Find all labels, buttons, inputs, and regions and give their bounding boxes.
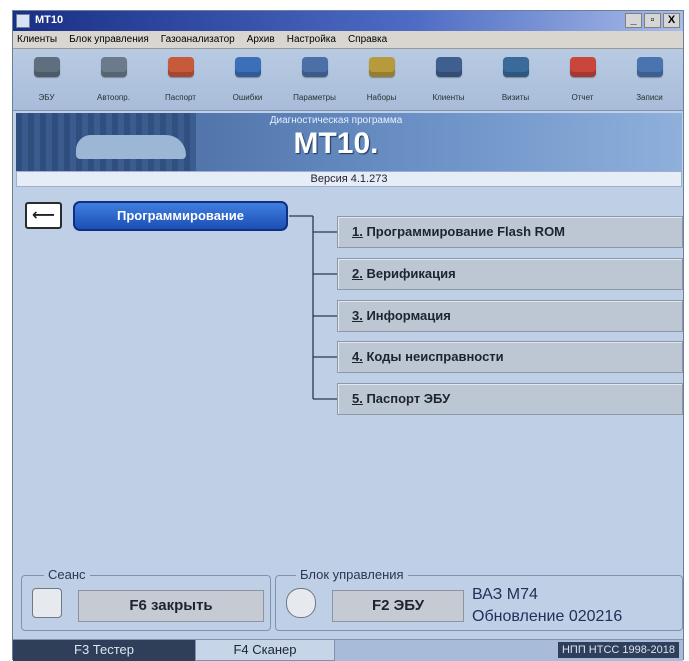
menu-item-number: 5. xyxy=(352,391,363,406)
menu-item-text: Информация xyxy=(362,308,451,323)
toolbar-label: Параметры xyxy=(293,93,336,102)
title-bar: MT10 _ ▫ X xyxy=(13,11,683,31)
menu-item-2[interactable]: 2. Верификация xyxy=(337,258,683,290)
minimize-button[interactable]: _ xyxy=(625,13,642,28)
menu-help[interactable]: Справка xyxy=(348,34,387,45)
menu-item-number: 4. xyxy=(352,349,363,364)
session-label: Сеанс xyxy=(44,567,90,582)
menu-item-text: Коды неисправности xyxy=(362,349,504,364)
close-session-button[interactable]: F6 закрыть xyxy=(78,590,264,622)
ecu-model: ВАЗ М74 xyxy=(472,586,538,603)
toolbar: ЭБУ Автоопр. Паспорт Ошибки Параметры Наборы К… xyxy=(13,49,683,111)
computer-icon xyxy=(32,588,62,618)
toolbar-button-visits[interactable]: Визиты xyxy=(482,49,549,111)
menu-item-text: Паспорт ЭБУ xyxy=(362,391,451,406)
toolbar-button-records[interactable]: Записи xyxy=(616,49,683,111)
menu-item-3[interactable]: 3. Информация xyxy=(337,300,683,332)
version-label: Версия 4.1.273 xyxy=(16,171,682,187)
menu-item-1[interactable]: 1. Программирование Flash ROM xyxy=(337,216,683,248)
session-group: Сеанс F6 закрыть xyxy=(21,567,271,631)
menu-item-text: Программирование Flash ROM xyxy=(362,224,566,239)
ecu-icon xyxy=(33,57,60,77)
toolbar-label: Отчет xyxy=(571,93,594,102)
toolbar-button-ecu[interactable]: ЭБУ xyxy=(13,49,80,111)
menu-control-unit[interactable]: Блок управления xyxy=(69,34,149,45)
auto-detect-icon xyxy=(100,57,127,77)
parameters-icon xyxy=(301,57,328,77)
toolbar-label: Паспорт xyxy=(165,93,196,102)
tab-tester[interactable]: F3 Тестер xyxy=(13,640,195,661)
menu-item-number: 1. xyxy=(352,224,363,239)
maximize-button[interactable]: ▫ xyxy=(644,13,661,28)
menu-settings[interactable]: Настройка xyxy=(287,34,336,45)
tab-scanner[interactable]: F4 Сканер xyxy=(195,640,335,661)
banner-subtitle: Диагностическая программа xyxy=(269,115,403,126)
toolbar-label: Клиенты xyxy=(432,93,465,102)
ecu-group: Блок управления F2 ЭБУ ВАЗ М74 Обновлени… xyxy=(275,567,683,631)
toolbar-label: Наборы xyxy=(366,93,397,102)
ecu-device-icon xyxy=(286,588,316,618)
copyright: НПП НТСС 1998-2018 xyxy=(557,642,679,658)
app-icon xyxy=(16,14,30,28)
passport-icon xyxy=(167,57,194,77)
ecu-update: Обновление 020216 xyxy=(472,608,623,625)
toolbar-button-sets[interactable]: Наборы xyxy=(348,49,415,111)
report-icon xyxy=(569,57,596,77)
toolbar-label: Автоопр. xyxy=(97,93,130,102)
clients-icon xyxy=(435,57,462,77)
toolbar-button-clients[interactable]: Клиенты xyxy=(415,49,482,111)
toolbar-label: Ошибки xyxy=(232,93,263,102)
records-icon xyxy=(636,57,663,77)
back-arrow-icon: ⟵ xyxy=(32,207,55,224)
back-button[interactable]: ⟵ xyxy=(25,202,62,229)
menu-archive[interactable]: Архив xyxy=(247,34,275,45)
banner: Диагностическая программа MT10. xyxy=(16,113,682,171)
menu-item-number: 2. xyxy=(352,266,363,281)
menu-clients[interactable]: Клиенты xyxy=(17,34,57,45)
ecu-group-label: Блок управления xyxy=(296,567,408,582)
toolbar-button-report[interactable]: Отчет xyxy=(549,49,616,111)
programming-button[interactable]: Программирование xyxy=(73,201,288,231)
app-window: MT10 _ ▫ X Клиенты Блок управления Газоа… xyxy=(12,10,684,661)
errors-icon xyxy=(234,57,261,77)
menu-item-number: 3. xyxy=(352,308,363,323)
toolbar-label: Записи xyxy=(636,93,663,102)
toolbar-label: ЭБУ xyxy=(38,93,55,102)
menu-item-text: Верификация xyxy=(362,266,456,281)
window-title: MT10 xyxy=(35,14,64,26)
toolbar-button-auto-detect[interactable]: Автоопр. xyxy=(80,49,147,111)
ecu-button[interactable]: F2 ЭБУ xyxy=(332,590,464,622)
toolbar-button-parameters[interactable]: Параметры xyxy=(281,49,348,111)
toolbar-button-passport[interactable]: Паспорт xyxy=(147,49,214,111)
visits-icon xyxy=(502,57,529,77)
toolbar-button-errors[interactable]: Ошибки xyxy=(214,49,281,111)
menu-item-5[interactable]: 5. Паспорт ЭБУ xyxy=(337,383,683,415)
close-button[interactable]: X xyxy=(663,13,680,28)
menu-gas-analyzer[interactable]: Газоанализатор xyxy=(161,34,235,45)
toolbar-label: Визиты xyxy=(501,93,530,102)
car-icon xyxy=(76,135,186,159)
menu-bar: Клиенты Блок управления Газоанализатор А… xyxy=(13,31,683,49)
banner-title: MT10. xyxy=(293,127,379,160)
menu-item-4[interactable]: 4. Коды неисправности xyxy=(337,341,683,373)
sets-icon xyxy=(368,57,395,77)
